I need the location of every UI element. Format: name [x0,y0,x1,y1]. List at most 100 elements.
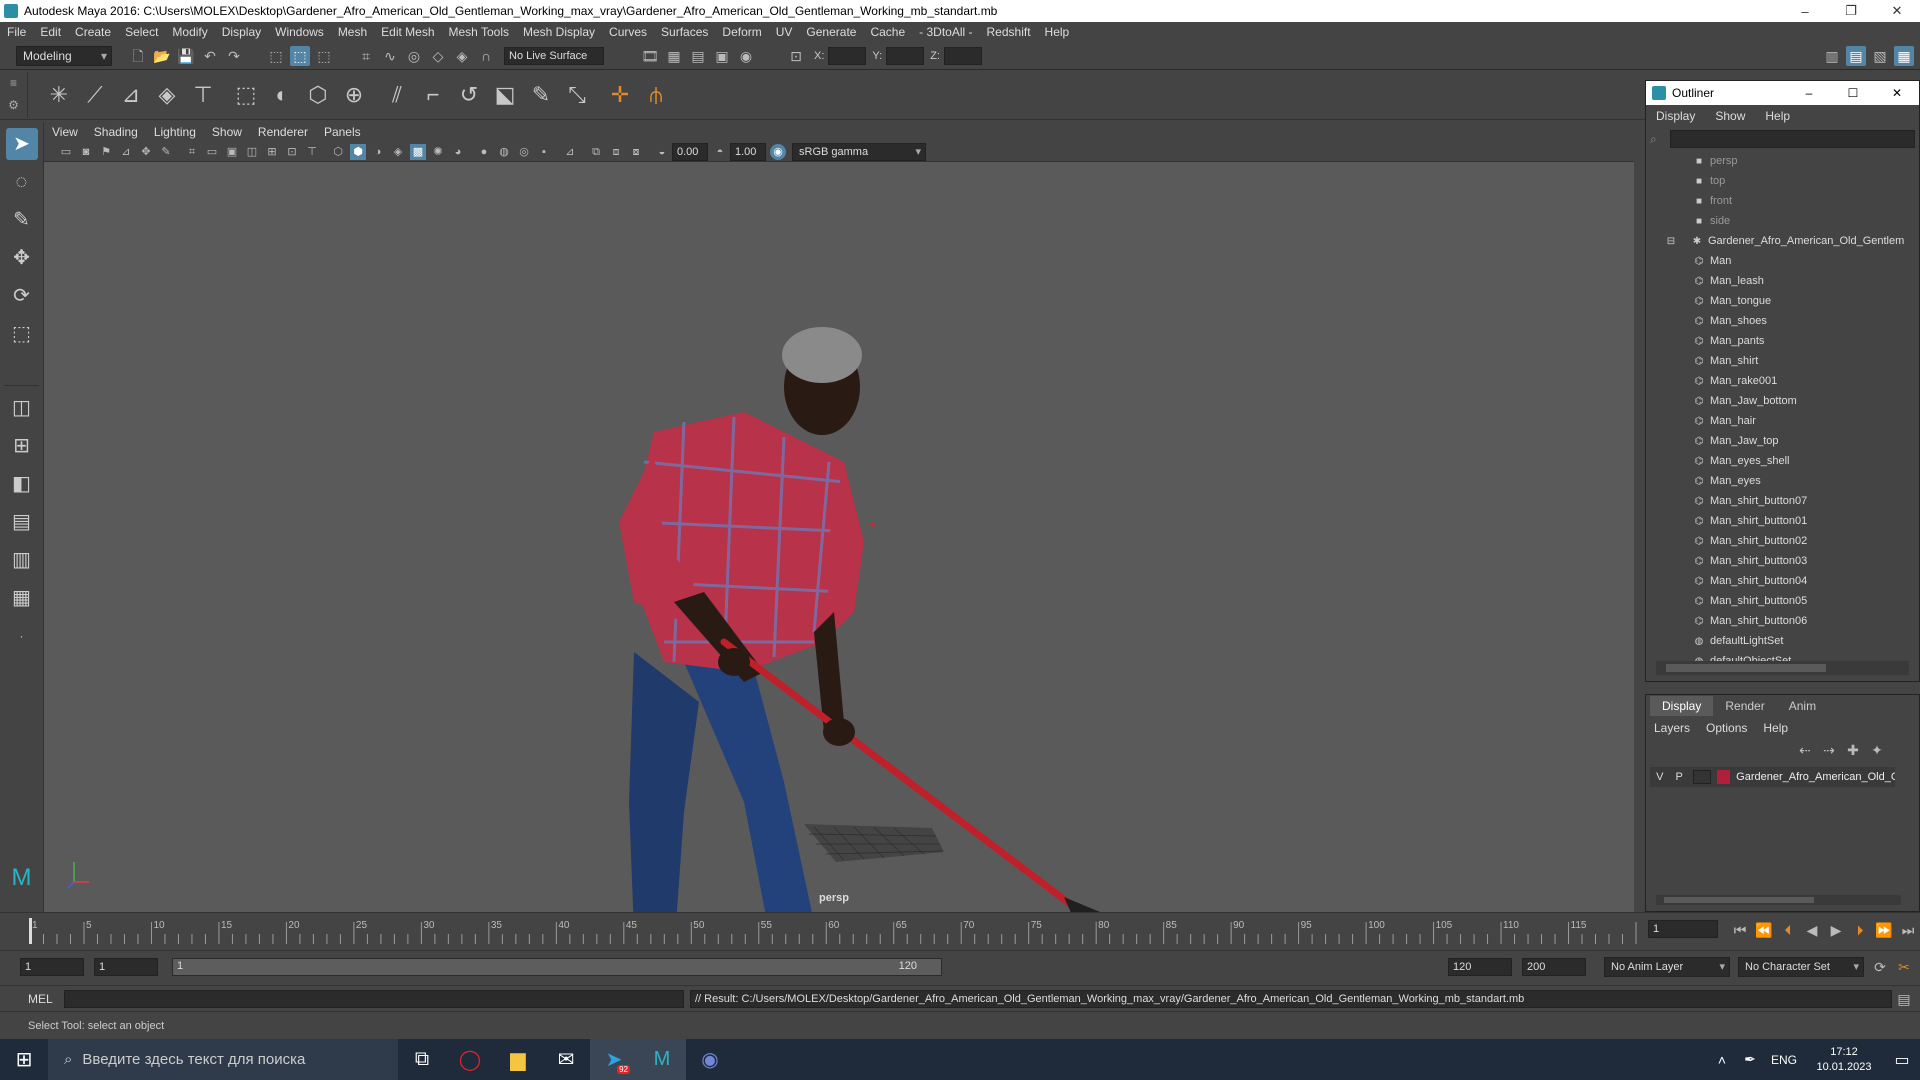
textured-icon[interactable]: ▩ [410,143,426,160]
shelf-options-icon[interactable]: ≡ ⚙ [0,71,28,118]
shadows-icon[interactable]: ◕ [450,144,466,160]
outliner-mesh-item[interactable]: ⌬ Man_shirt_button06 [1658,611,1919,631]
task-view-icon[interactable]: ⧉ [398,1039,446,1080]
taskbar-clock[interactable]: 17:12 10.01.2023 [1804,1045,1884,1075]
four-pane-icon[interactable]: ⊞ [6,430,38,462]
mail-app-icon[interactable]: ✉ [542,1039,590,1080]
anim-layer-dropdown[interactable]: No Anim Layer [1604,956,1730,977]
colorspace-dropdown[interactable]: sRGB gamma [792,142,926,161]
grease-pencil-icon[interactable]: ✎ [158,144,174,160]
outliner-layout-icon[interactable]: ▤ [6,506,38,538]
move-layer-up-icon[interactable]: ⇠ [1795,740,1815,760]
playback-end-field[interactable]: 120 [1448,957,1512,976]
outliner-mesh-item[interactable]: ⌬ Man_hair [1658,411,1919,431]
range-slider[interactable]: 1 120 [172,957,942,976]
menu-create[interactable]: Create [68,25,118,39]
playback-start-field[interactable]: 1 [94,957,158,976]
color-management-icon[interactable]: ◉ [770,143,786,160]
exposure-icon[interactable]: ◒ [654,144,670,160]
quad-draw-icon[interactable]: ⊤ [188,80,218,110]
live-surface-field[interactable]: No Live Surface [504,46,604,65]
step-back-key-icon[interactable]: ⏪ [1754,920,1774,940]
panel-menu-lighting[interactable]: Lighting [146,125,204,139]
outliner-menu-show[interactable]: Show [1705,109,1755,123]
panel-menu-renderer[interactable]: Renderer [250,125,316,139]
snap-curve-icon[interactable]: ∿ [380,46,400,66]
outliner-camera-top[interactable]: ■ top [1658,171,1919,191]
grid-icon[interactable]: ⌗ [184,144,200,160]
outliner-close-button[interactable]: ✕ [1875,86,1919,100]
modeling-toolkit-icon[interactable]: ▥ [1822,46,1842,66]
transform-mode-icon[interactable]: ⊡ [786,46,806,66]
offset-edge-loop-icon[interactable]: ⌐ [418,80,448,110]
anti-alias-icon[interactable]: ◎ [516,144,532,160]
insert-edge-loop-icon[interactable]: ⫽ [382,80,412,110]
outliner-mesh-item[interactable]: ⌬ Man_shirt_button01 [1658,511,1919,531]
layer-tab-anim[interactable]: Anim [1777,696,1828,716]
outliner-camera-side[interactable]: ■ side [1658,211,1919,231]
discord-icon[interactable]: ◉ [686,1039,734,1080]
outliner-mesh-item[interactable]: ⌬ Man_shirt_button05 [1658,591,1919,611]
menu-edit-mesh[interactable]: Edit Mesh [374,25,441,39]
resolution-gate-icon[interactable]: ▣ [224,144,240,160]
layer-menu-help[interactable]: Help [1755,721,1796,735]
target-weld-icon[interactable]: ⊿ [116,80,146,110]
sculpt-icon[interactable]: ⤡ [562,80,592,110]
ipr-render-icon[interactable]: ▤ [688,46,708,66]
gate-mask-icon[interactable]: ◫ [244,144,260,160]
open-scene-icon[interactable]: 📂 [152,46,172,66]
tray-pen-icon[interactable]: ✒ [1736,1039,1764,1080]
use-all-lights-icon[interactable]: ✺ [430,144,446,160]
outliner-filter-icon[interactable]: ⌕ [1650,132,1666,147]
menu-mesh-display[interactable]: Mesh Display [516,25,602,39]
layer-color-swatch[interactable] [1716,770,1731,784]
safe-title-icon[interactable]: ⊤ [304,144,320,160]
render-view-icon[interactable]: ▣ [712,46,732,66]
channel-box-icon[interactable]: ▦ [1894,45,1914,66]
film-gate-icon[interactable]: ▭ [204,144,220,160]
menu-modify[interactable]: Modify [165,25,214,39]
field-chart-icon[interactable]: ⊞ [264,144,280,160]
smooth-shade-icon[interactable]: ⬢ [350,143,366,160]
panel-menu-show[interactable]: Show [204,125,250,139]
menu-mesh-tools[interactable]: Mesh Tools [442,25,516,39]
outliner-menu-help[interactable]: Help [1755,109,1800,123]
outliner-mesh-item[interactable]: ⌬ Man_shoes [1658,311,1919,331]
play-forward-icon[interactable]: ▶ [1826,920,1846,940]
move-layer-down-icon[interactable]: ⇢ [1819,740,1839,760]
slide-edge-icon[interactable]: ↺ [454,80,484,110]
script-language-label[interactable]: MEL [0,992,60,1006]
play-backward-icon[interactable]: ◀ [1802,920,1822,940]
snap-point-icon[interactable]: ◎ [404,46,424,66]
layer-playback-toggle[interactable]: P [1669,771,1688,783]
anim-start-field[interactable]: 1 [20,957,84,976]
outliner-camera-front[interactable]: ■ front [1658,191,1919,211]
connect-icon[interactable]: ◈ [152,80,182,110]
outliner-mesh-item[interactable]: ⌬ Man_shirt_button03 [1658,551,1919,571]
xray-icon[interactable]: ⧉ [588,144,604,160]
two-pane-icon[interactable]: ◧ [6,468,38,500]
isolate-select-icon[interactable]: ⊿ [562,144,578,160]
layer-display-type[interactable] [1692,770,1711,784]
camera-select-icon[interactable]: ▭ [58,144,74,160]
save-scene-icon[interactable]: 💾 [176,46,196,66]
outliner-search-input[interactable] [1670,130,1915,148]
menu-deform[interactable]: Deform [715,25,768,39]
render-settings-icon[interactable]: 🎞 [640,46,660,66]
multi-cut-icon[interactable]: ⟋ [80,80,110,110]
menu-edit[interactable]: Edit [33,25,68,39]
telegram-icon[interactable]: ➤ 92 [590,1039,638,1080]
move-tool-icon[interactable]: ✥ [6,242,38,274]
x-field[interactable] [828,46,867,65]
menu-cache[interactable]: Cache [863,25,912,39]
redo-icon[interactable]: ↷ [224,46,244,66]
outliner-mesh-item[interactable]: ⌬ Man_eyes [1658,471,1919,491]
depth-of-field-icon[interactable]: ▪ [536,144,552,160]
outliner-camera-persp[interactable]: ■ persp [1658,151,1919,171]
select-hierarchy-icon[interactable]: ⬚ [266,46,286,66]
soft-select-icon[interactable]: ✳ [44,80,74,110]
menu-surfaces[interactable]: Surfaces [654,25,715,39]
select-component-icon[interactable]: ⬚ [314,46,334,66]
menu-windows[interactable]: Windows [268,25,331,39]
freeze-icon[interactable]: ⫛ [641,80,671,110]
